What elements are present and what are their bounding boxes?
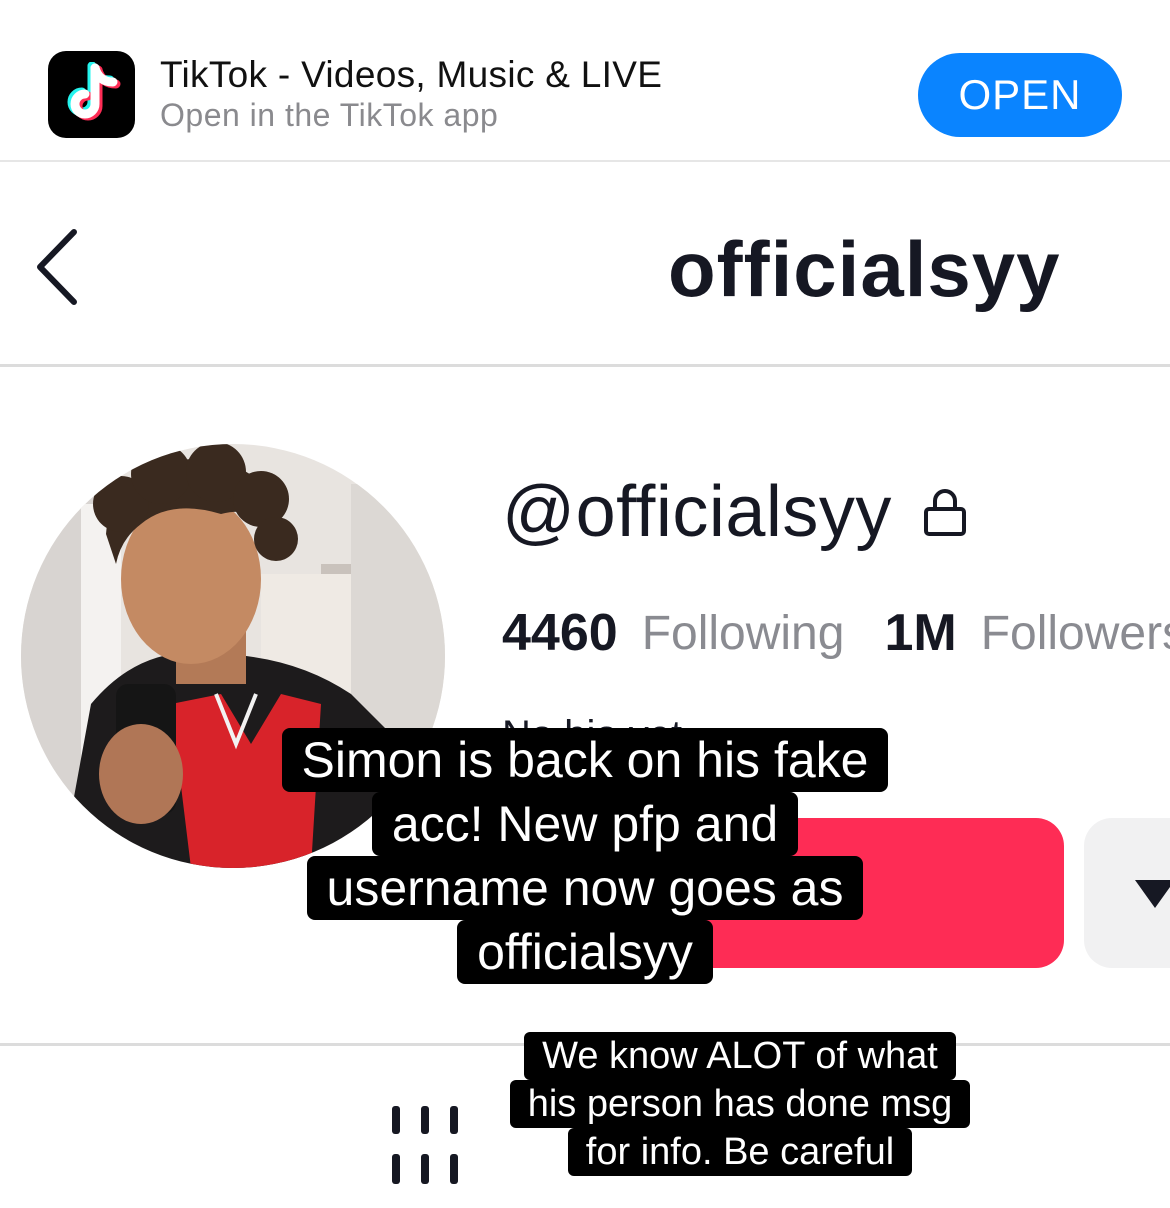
app-banner: TikTok - Videos, Music & LIVE Open in th…	[0, 0, 1170, 162]
page-title: officialsyy	[668, 225, 1061, 313]
caption-line: officialsyy	[457, 920, 713, 984]
banner-app-title: TikTok - Videos, Music & LIVE	[160, 54, 663, 95]
profile-handle: @officialsyy	[502, 472, 892, 552]
caption-line: for info. Be careful	[567, 1128, 913, 1176]
banner-app-subtitle: Open in the TikTok app	[160, 97, 499, 133]
caption-line: username now goes as	[306, 856, 864, 920]
caption-main: Simon is back on his fake acc! New pfp a…	[0, 728, 1170, 984]
caption-line: acc! New pfp and	[371, 792, 799, 856]
following-label[interactable]: Following	[642, 606, 845, 661]
profile-navbar: officialsyy	[0, 162, 1170, 367]
caption-line: Simon is back on his fake	[281, 728, 889, 792]
followers-count[interactable]: 1M	[884, 603, 956, 663]
following-count[interactable]: 4460	[502, 603, 618, 663]
chevron-left-icon[interactable]	[32, 226, 82, 308]
followers-label[interactable]: Followers	[981, 606, 1170, 661]
profile-stats: 4460 Following 1M Followers	[502, 596, 1170, 670]
open-app-button[interactable]: OPEN	[918, 53, 1122, 137]
lock-icon	[923, 489, 966, 536]
handle-row: @officialsyy	[502, 472, 968, 552]
caption-line: We know ALOT of what	[524, 1032, 956, 1080]
caption-secondary: We know ALOT of what his person has done…	[155, 1032, 1170, 1176]
caption-line: his person has done msg	[509, 1080, 971, 1128]
tiktok-logo-icon[interactable]	[48, 51, 135, 138]
